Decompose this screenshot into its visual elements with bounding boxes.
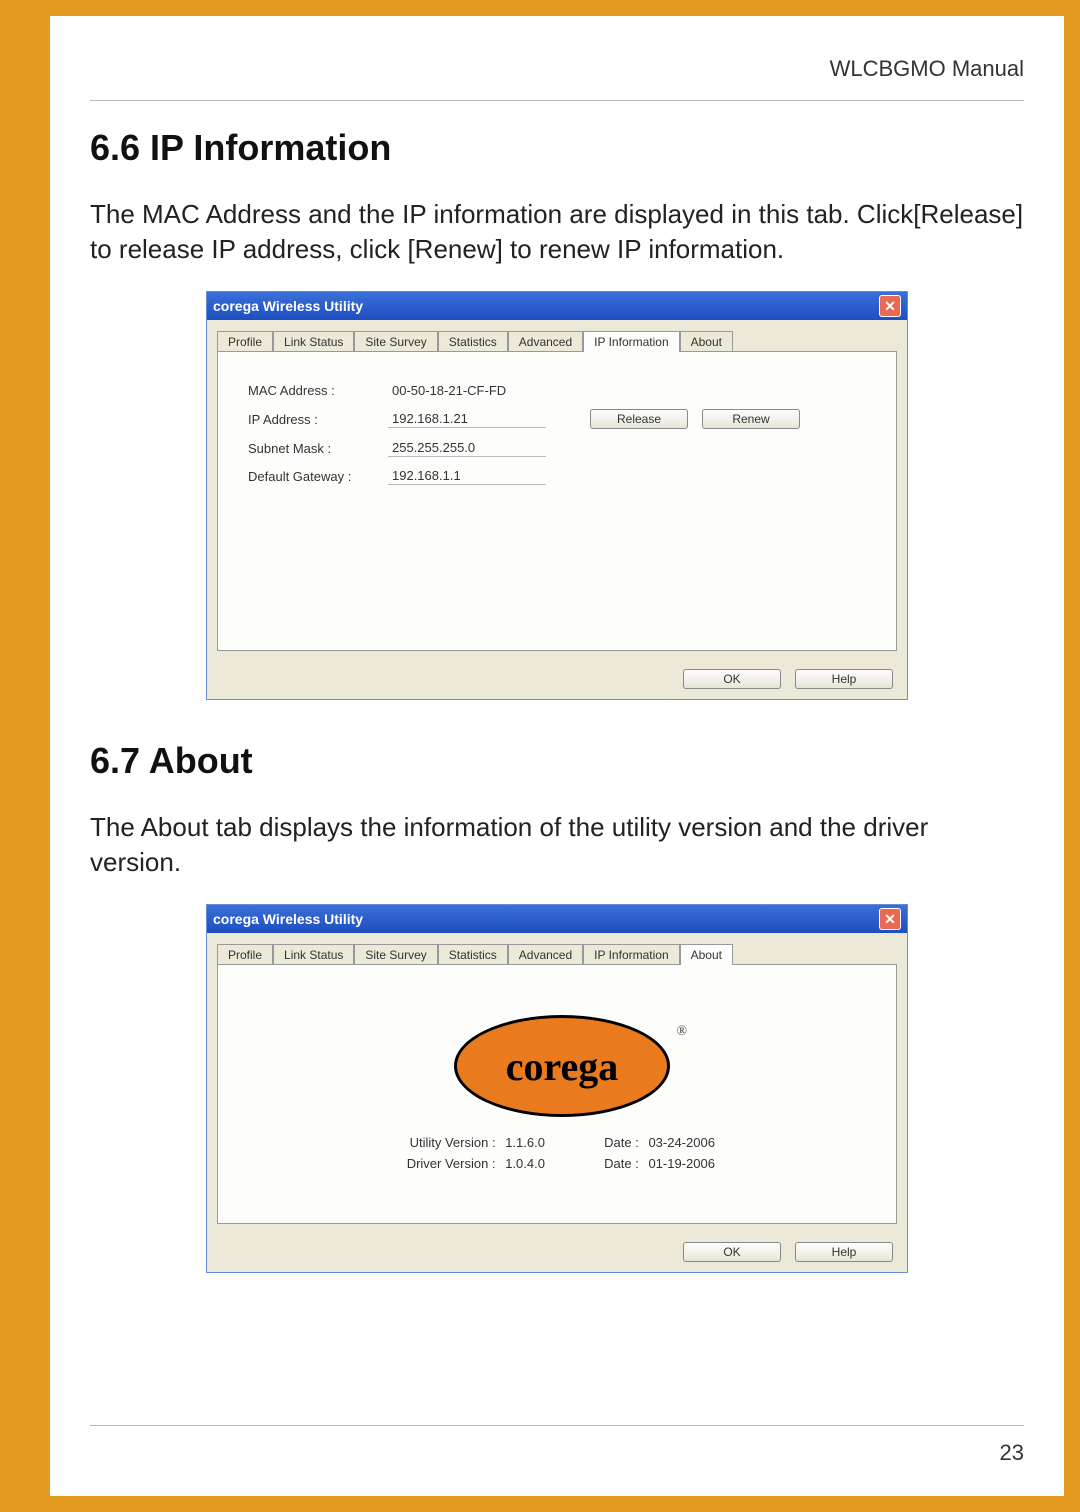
tab-site-survey[interactable]: Site Survey bbox=[354, 944, 437, 965]
renew-button[interactable]: Renew bbox=[702, 409, 800, 429]
tab-about[interactable]: About bbox=[680, 331, 733, 352]
driver-date-label: Date : bbox=[589, 1156, 639, 1171]
corega-logo: corega ® bbox=[454, 1015, 670, 1117]
ok-button[interactable]: OK bbox=[683, 1242, 781, 1262]
ok-button[interactable]: OK bbox=[683, 669, 781, 689]
dialog-title-about: corega Wireless Utility bbox=[213, 911, 363, 927]
mac-address-label: MAC Address : bbox=[248, 383, 388, 398]
dialog-footer-about: OK Help bbox=[207, 1234, 907, 1272]
header-rule bbox=[90, 100, 1024, 101]
tab-link-status[interactable]: Link Status bbox=[273, 944, 354, 965]
dialog-tabs-about: Profile Link Status Site Survey Statisti… bbox=[217, 943, 897, 964]
section-paragraph-about: The About tab displays the information o… bbox=[90, 810, 1024, 880]
help-button[interactable]: Help bbox=[795, 669, 893, 689]
section-heading-ip: 6.6 IP Information bbox=[90, 127, 1024, 169]
dialog-tabs-ip: Profile Link Status Site Survey Statisti… bbox=[217, 330, 897, 351]
about-dialog: corega Wireless Utility ✕ Profile Link S… bbox=[206, 904, 908, 1273]
tab-profile[interactable]: Profile bbox=[217, 944, 273, 965]
ip-info-dialog: corega Wireless Utility ✕ Profile Link S… bbox=[206, 291, 908, 700]
tab-advanced[interactable]: Advanced bbox=[508, 331, 583, 352]
subnet-mask-value: 255.255.255.0 bbox=[388, 439, 546, 457]
driver-version-value: 1.0.4.0 bbox=[505, 1156, 565, 1171]
tab-ip-information[interactable]: IP Information bbox=[583, 331, 679, 352]
logo-container: corega ® bbox=[248, 1015, 876, 1117]
tab-site-survey[interactable]: Site Survey bbox=[354, 331, 437, 352]
release-button[interactable]: Release bbox=[590, 409, 688, 429]
ip-tab-panel: MAC Address : 00-50-18-21-CF-FD IP Addre… bbox=[217, 351, 897, 651]
mac-address-value: 00-50-18-21-CF-FD bbox=[388, 382, 546, 399]
section-paragraph-ip: The MAC Address and the IP information a… bbox=[90, 197, 1024, 267]
section-heading-about: 6.7 About bbox=[90, 740, 1024, 782]
help-button[interactable]: Help bbox=[795, 1242, 893, 1262]
tab-advanced[interactable]: Advanced bbox=[508, 944, 583, 965]
dialog-titlebar: corega Wireless Utility ✕ bbox=[207, 292, 907, 320]
default-gateway-value: 192.168.1.1 bbox=[388, 467, 546, 485]
dialog-footer-ip: OK Help bbox=[207, 661, 907, 699]
about-version-rows: Utility Version : 1.1.6.0 Date : 03-24-2… bbox=[248, 1135, 876, 1171]
default-gateway-label: Default Gateway : bbox=[248, 469, 388, 484]
manual-page: WLCBGMO Manual 6.6 IP Information The MA… bbox=[50, 16, 1064, 1496]
tab-about[interactable]: About bbox=[680, 944, 733, 965]
tab-link-status[interactable]: Link Status bbox=[273, 331, 354, 352]
corega-logo-text: corega bbox=[506, 1043, 619, 1090]
tab-profile[interactable]: Profile bbox=[217, 331, 273, 352]
utility-date-label: Date : bbox=[589, 1135, 639, 1150]
page-number: 23 bbox=[1000, 1440, 1024, 1466]
close-icon[interactable]: ✕ bbox=[879, 908, 901, 930]
about-tab-panel: corega ® Utility Version : 1.1.6.0 Date … bbox=[217, 964, 897, 1224]
subnet-mask-label: Subnet Mask : bbox=[248, 441, 388, 456]
ip-address-value: 192.168.1.21 bbox=[388, 410, 546, 428]
tab-statistics[interactable]: Statistics bbox=[438, 331, 508, 352]
utility-version-value: 1.1.6.0 bbox=[505, 1135, 565, 1150]
utility-date-value: 03-24-2006 bbox=[648, 1135, 738, 1150]
ip-address-label: IP Address : bbox=[248, 412, 388, 427]
doc-header: WLCBGMO Manual bbox=[90, 56, 1024, 82]
driver-version-label: Driver Version : bbox=[386, 1156, 496, 1171]
dialog-titlebar-about: corega Wireless Utility ✕ bbox=[207, 905, 907, 933]
close-icon[interactable]: ✕ bbox=[879, 295, 901, 317]
utility-version-label: Utility Version : bbox=[386, 1135, 496, 1150]
driver-date-value: 01-19-2006 bbox=[648, 1156, 738, 1171]
tab-ip-information[interactable]: IP Information bbox=[583, 944, 679, 965]
tab-statistics[interactable]: Statistics bbox=[438, 944, 508, 965]
dialog-title: corega Wireless Utility bbox=[213, 298, 363, 314]
footer-rule bbox=[90, 1425, 1024, 1426]
registered-mark-icon: ® bbox=[677, 1024, 687, 1040]
